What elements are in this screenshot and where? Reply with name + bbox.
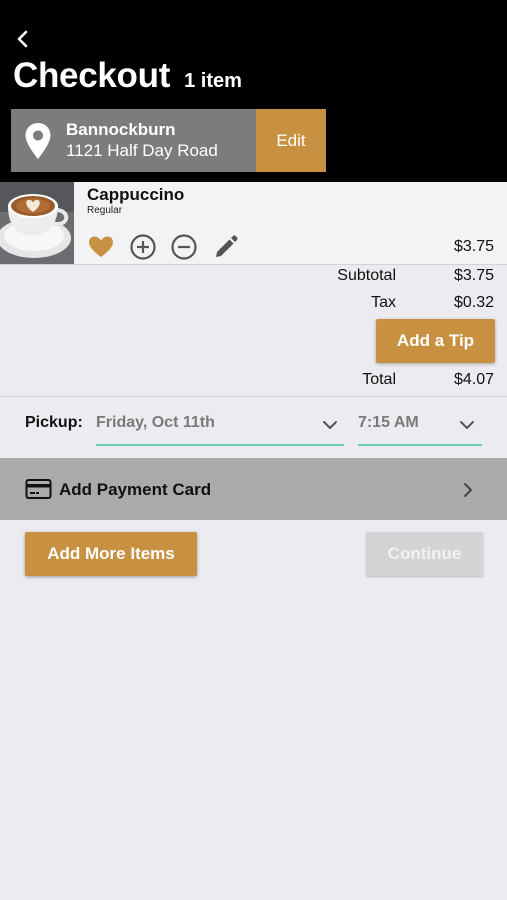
pickup-date-select[interactable]: Friday, Oct 11th: [96, 404, 344, 446]
page-title: Checkout: [13, 56, 171, 95]
add-more-items-button[interactable]: Add More Items: [25, 532, 197, 576]
pickup-time-value: 7:15 AM: [358, 414, 419, 431]
pickup-label: Pickup:: [25, 414, 83, 431]
divider: [0, 396, 507, 397]
store-location-card: Bannockburn 1121 Half Day Road: [11, 109, 256, 172]
item-name: Cappuccino: [87, 185, 185, 204]
tax-label: Tax: [371, 294, 396, 311]
plus-circle-icon[interactable]: [129, 233, 157, 261]
subtotal-label: Subtotal: [337, 267, 396, 284]
store-name: Bannockburn: [66, 120, 176, 139]
heart-icon[interactable]: [87, 233, 115, 261]
cart-item: Cappuccino Regular $3.75: [0, 182, 507, 265]
chevron-down-icon: [460, 421, 474, 429]
pickup-time-select[interactable]: 7:15 AM: [358, 404, 482, 446]
map-pin-icon: [25, 123, 51, 159]
chevron-left-icon[interactable]: [12, 28, 34, 50]
tax-value: $0.32: [453, 294, 494, 311]
payment-label: Add Payment Card: [59, 480, 212, 499]
chevron-down-icon: [323, 421, 337, 429]
title-row: Checkout 1 item: [13, 56, 242, 96]
pencil-icon[interactable]: [212, 233, 240, 261]
total-value: $4.07: [453, 371, 494, 388]
subtotal-value: $3.75: [453, 267, 494, 284]
add-payment-card-row[interactable]: Add Payment Card: [0, 458, 507, 520]
edit-location-button[interactable]: Edit: [256, 109, 326, 172]
store-address: 1121 Half Day Road: [66, 141, 218, 160]
chevron-right-icon: [464, 483, 472, 497]
continue-button[interactable]: Continue: [366, 532, 483, 576]
item-size: Regular: [87, 205, 123, 216]
pickup-date-value: Friday, Oct 11th: [96, 414, 215, 431]
total-label: Total: [362, 371, 396, 388]
item-count: 1 item: [184, 70, 242, 92]
item-price: $3.75: [453, 238, 494, 255]
minus-circle-icon[interactable]: [170, 233, 198, 261]
cappuccino-photo: [0, 182, 74, 264]
credit-card-icon: [25, 479, 52, 499]
add-tip-button[interactable]: Add a Tip: [376, 319, 495, 363]
